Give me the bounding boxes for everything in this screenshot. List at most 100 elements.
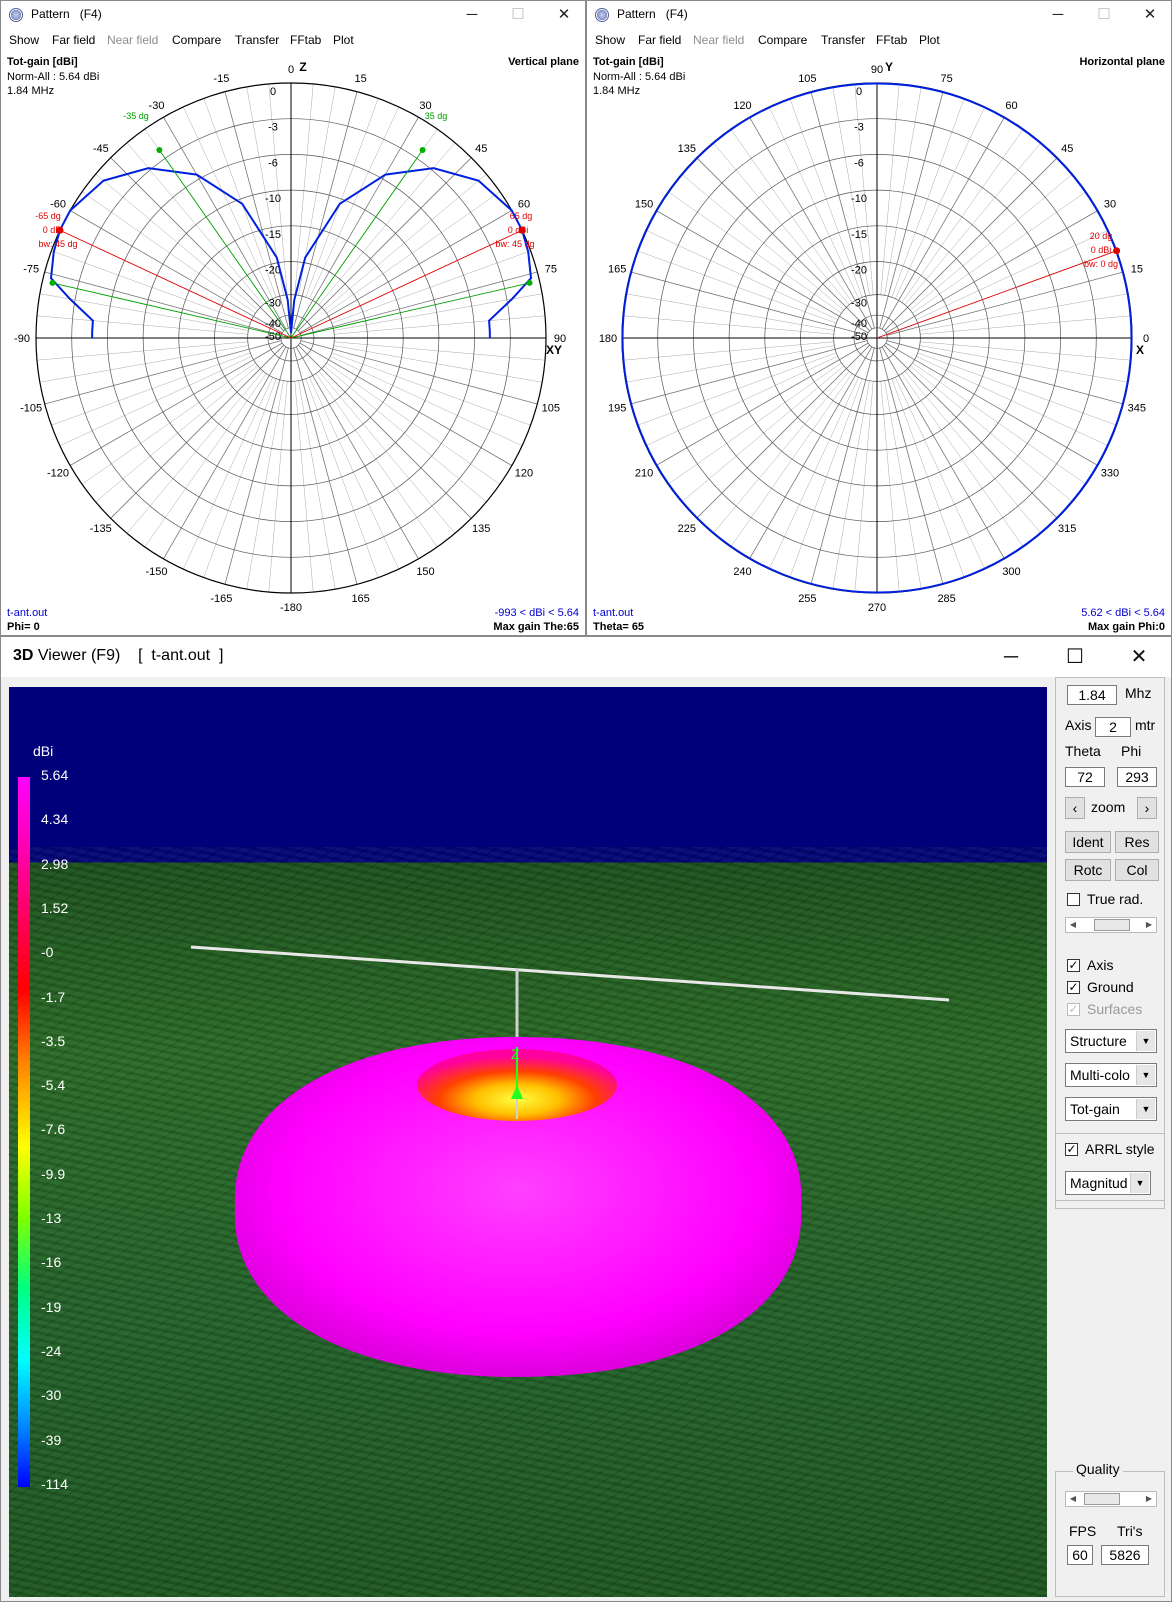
angle-label: 75 xyxy=(545,263,557,275)
grid-radial xyxy=(305,98,379,298)
quality-slider[interactable]: ◀ ▶ xyxy=(1065,1491,1157,1507)
grid-radial xyxy=(293,91,358,329)
slider-left-icon[interactable]: ◀ xyxy=(1066,1492,1080,1506)
magnitude-dropdown[interactable]: Magnitud ▼ xyxy=(1065,1171,1151,1195)
color-mode-dropdown[interactable]: Multi-colo ▼ xyxy=(1065,1063,1157,1087)
angle-label: 75 xyxy=(940,73,952,85)
menu-show[interactable]: Show xyxy=(595,33,625,47)
pattern-window-horizontal: Pattern (F4) ─ ☐ ✕ Show Far field Near f… xyxy=(586,0,1172,636)
ground-checkbox[interactable]: ✓ xyxy=(1067,981,1080,994)
frequency-label: 1.84 MHz xyxy=(7,85,55,97)
grid-radial xyxy=(881,346,1005,560)
slider-right-icon[interactable]: ▶ xyxy=(1142,918,1156,932)
angle-label: -45 xyxy=(93,143,109,155)
rotc-button[interactable]: Rotc xyxy=(1065,859,1111,881)
zoom-in-button[interactable]: › xyxy=(1137,797,1157,819)
legend-value: -1.7 xyxy=(41,988,66,1005)
chevron-down-icon[interactable]: ▼ xyxy=(1136,1031,1155,1051)
ident-button[interactable]: Ident xyxy=(1065,831,1111,853)
minimize-icon[interactable]: ─ xyxy=(979,637,1043,677)
angle-label: 105 xyxy=(798,73,816,85)
grid-radial xyxy=(203,378,277,578)
grid-radial xyxy=(886,340,1124,405)
legend-value: -39 xyxy=(41,1431,62,1448)
angle-label: 180 xyxy=(599,333,617,345)
angle-label: -180 xyxy=(280,602,302,614)
plane-label: Vertical plane xyxy=(508,56,579,68)
menu-fftab[interactable]: FFtab xyxy=(290,33,321,47)
ring-label: -20 xyxy=(851,265,867,277)
max-gain-line xyxy=(290,229,523,339)
close-icon[interactable]: ✕ xyxy=(1127,1,1171,29)
menu-plot[interactable]: Plot xyxy=(919,33,940,47)
structure-dropdown[interactable]: Structure ▼ xyxy=(1065,1029,1157,1053)
menu-compare[interactable]: Compare xyxy=(172,33,221,47)
maximize-icon[interactable]: ☐ xyxy=(1043,637,1107,677)
menu-bar: Show Far field Near field Compare Transf… xyxy=(1,29,585,51)
max-gain-readout: Max gain Phi:0 xyxy=(1087,621,1165,633)
minimize-icon[interactable]: ─ xyxy=(1035,1,1081,29)
chevron-down-icon[interactable]: ▼ xyxy=(1136,1065,1155,1085)
phi-field[interactable]: 293 xyxy=(1117,767,1157,787)
polar-plot-horizontal[interactable]: 0 -3 -6 -10 -15 -20 -30 -40 -50 90 75 60 45 30 15 0 345 3… xyxy=(587,51,1171,635)
chevron-down-icon[interactable]: ▼ xyxy=(1136,1099,1155,1119)
slider-thumb[interactable] xyxy=(1084,1493,1120,1505)
frequency-field[interactable]: 1.84 xyxy=(1067,685,1117,705)
menu-fftab[interactable]: FFtab xyxy=(876,33,907,47)
angle-label: 150 xyxy=(416,566,434,578)
quality-label: Quality xyxy=(1073,1461,1123,1477)
zoom-out-button[interactable]: ‹ xyxy=(1065,797,1085,819)
angle-label: 120 xyxy=(733,100,751,112)
menu-show[interactable]: Show xyxy=(9,33,39,47)
angle-label: -75 xyxy=(23,263,39,275)
grid-radial xyxy=(696,157,871,332)
angle-label: 60 xyxy=(1005,100,1017,112)
axis-checkbox[interactable]: ✓ xyxy=(1067,959,1080,972)
col-button[interactable]: Col xyxy=(1115,859,1159,881)
polar-plot-vertical[interactable]: 0 -3 -6 -10 -15 -20 -30 -40 -50 0 15 30 45 60 75 90 105 1… xyxy=(1,51,585,635)
angle-label: 60 xyxy=(518,199,530,211)
ring-label: -15 xyxy=(851,229,867,241)
axis-unit: mtr xyxy=(1135,717,1156,733)
close-icon[interactable]: ✕ xyxy=(1107,637,1171,677)
angle-label: -165 xyxy=(210,593,232,605)
slider-left-icon[interactable]: ◀ xyxy=(1066,918,1080,932)
beamwidth-marker xyxy=(156,147,163,154)
grid-radial xyxy=(810,347,875,585)
menu-transfer[interactable]: Transfer xyxy=(821,33,865,47)
slider-right-icon[interactable]: ▶ xyxy=(1142,1492,1156,1506)
arrl-style-checkbox[interactable]: ✓ xyxy=(1065,1143,1078,1156)
menu-compare[interactable]: Compare xyxy=(758,33,807,47)
grid-radial xyxy=(293,347,358,585)
true-rad-slider[interactable]: ◀ ▶ xyxy=(1065,917,1157,933)
slider-thumb[interactable] xyxy=(1094,919,1130,931)
grid-radial xyxy=(879,347,944,585)
close-icon[interactable]: ✕ xyxy=(541,1,585,29)
maximize-icon: ☐ xyxy=(511,6,525,23)
menu-near-field: Near field xyxy=(107,33,159,47)
chevron-down-icon[interactable]: ▼ xyxy=(1130,1173,1149,1193)
z-axis-label: Z xyxy=(511,1046,520,1062)
grid-radial xyxy=(330,356,523,446)
title-prefix: 3D xyxy=(13,647,34,664)
fps-label: FPS xyxy=(1069,1523,1097,1539)
theta-field[interactable]: 72 xyxy=(1065,767,1105,787)
max-gain-readout: Max gain The:65 xyxy=(493,621,579,633)
true-rad-checkbox[interactable] xyxy=(1067,893,1080,906)
legend-value: -19 xyxy=(41,1298,62,1315)
gain-type-dropdown[interactable]: Tot-gain ▼ xyxy=(1065,1097,1157,1121)
menu-transfer[interactable]: Transfer xyxy=(235,33,279,47)
menu-far-field[interactable]: Far field xyxy=(638,33,681,47)
axis-top-label: Y xyxy=(885,60,893,74)
minimize-icon[interactable]: ─ xyxy=(449,1,495,29)
pattern-window-vertical: Pattern (F4) ─ ☐ ✕ Show Far field Near f… xyxy=(0,0,586,636)
menu-plot[interactable]: Plot xyxy=(333,33,354,47)
3d-scene[interactable]: Z dBi 5.64 4.34 2.98 1.52 -0 -1.7 -3.5 -5.4 -7.6… xyxy=(9,687,1047,1597)
axis-length-field[interactable]: 2 xyxy=(1095,717,1131,737)
angle-label: 300 xyxy=(1002,566,1020,578)
legend-value: 2.98 xyxy=(41,855,69,872)
title-bar: Pattern (F4) ─ ☐ ✕ xyxy=(587,1,1171,29)
grid-radial xyxy=(295,116,419,330)
res-button[interactable]: Res xyxy=(1115,831,1159,853)
menu-far-field[interactable]: Far field xyxy=(52,33,95,47)
